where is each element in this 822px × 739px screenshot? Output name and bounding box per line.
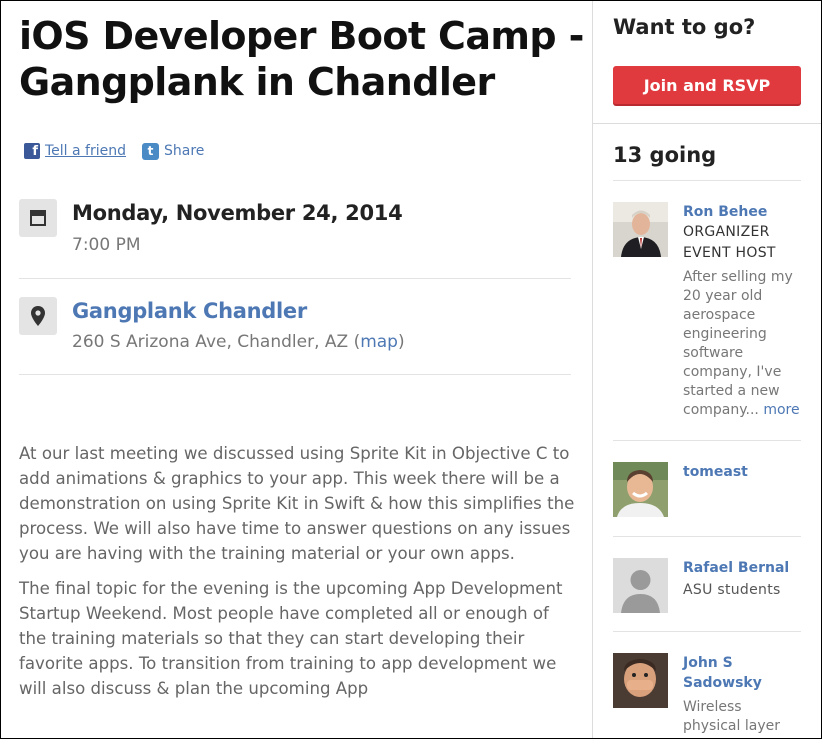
attendee-info: tomeast [683, 462, 803, 482]
event-time: 7:00 PM [72, 235, 141, 255]
join-and-rsvp-button[interactable]: Join and RSVP [613, 66, 801, 104]
event-date-row: Monday, November 24, 2014 7:00 PM [19, 199, 571, 279]
event-title: iOS Developer Boot Camp - Gangplank in C… [19, 14, 584, 104]
want-to-go-heading: Want to go? [613, 15, 756, 39]
venue-address-text: 260 S Arizona Ave, Chandler, AZ [72, 332, 349, 352]
venue-name-link[interactable]: Gangplank Chandler [72, 299, 307, 323]
twitter-icon: t [142, 142, 159, 160]
attendee-info: Rafael Bernal ASU students [683, 558, 803, 601]
photo-hands-avatar[interactable] [613, 653, 668, 708]
divider [613, 180, 801, 181]
attendee-bio-text: After selling my 20 year old aerospace e… [683, 269, 793, 418]
photo-suit-avatar[interactable] [613, 202, 668, 257]
going-count-heading: 13 going [613, 143, 717, 167]
venue-address: 260 S Arizona Ave, Chandler, AZ (map) [72, 332, 405, 352]
map-link[interactable]: map [360, 332, 398, 352]
attendee-name-link[interactable]: tomeast [683, 462, 803, 482]
divider [613, 631, 801, 632]
divider [613, 440, 801, 441]
description-paragraph: The final topic for the evening is the u… [19, 579, 563, 698]
map-close-paren: ) [397, 332, 405, 352]
share-link[interactable]: t Share [142, 142, 205, 160]
attendee-info: John S Sadowsky Wireless physical layer [683, 653, 803, 736]
attendee-bio: After selling my 20 year old aerospace e… [683, 268, 803, 420]
attendee-bio: ASU students [683, 582, 781, 598]
attendee-role: EVENT HOST [683, 245, 776, 261]
photo-smiling-avatar[interactable] [613, 462, 668, 517]
location-pin-icon [19, 297, 57, 335]
share-row: f Tell a friend t Share [24, 141, 220, 161]
event-date: Monday, November 24, 2014 [72, 201, 403, 225]
more-link[interactable]: more [763, 402, 799, 418]
attendee-name-link[interactable]: John S Sadowsky [683, 653, 803, 693]
attendee-info: Ron Behee ORGANIZER EVENT HOST After sel… [683, 202, 803, 420]
divider [613, 536, 801, 537]
tell-a-friend-link[interactable]: f Tell a friend [24, 143, 126, 159]
share-label: Share [164, 143, 205, 159]
event-description: At our last meeting we discussed using S… [19, 441, 579, 711]
event-venue-row: Gangplank Chandler 260 S Arizona Ave, Ch… [19, 297, 571, 375]
tell-a-friend-label: Tell a friend [45, 143, 126, 159]
rsvp-box: Want to go? Join and RSVP [593, 1, 821, 124]
description-paragraph: At our last meeting we discussed using S… [19, 444, 575, 563]
facebook-icon: f [24, 143, 40, 159]
default-silhouette-avatar[interactable] [613, 558, 668, 613]
event-main-column: iOS Developer Boot Camp - Gangplank in C… [1, 1, 592, 738]
attendee-name-link[interactable]: Ron Behee [683, 202, 803, 222]
calendar-icon [19, 199, 57, 237]
attendee-role: ORGANIZER [683, 224, 770, 240]
attendee-bio: Wireless physical layer [683, 699, 780, 734]
attendee-name-link[interactable]: Rafael Bernal [683, 558, 803, 578]
rsvp-sidebar: Want to go? Join and RSVP 13 going Ron B… [592, 1, 821, 738]
page-frame: iOS Developer Boot Camp - Gangplank in C… [0, 0, 822, 739]
